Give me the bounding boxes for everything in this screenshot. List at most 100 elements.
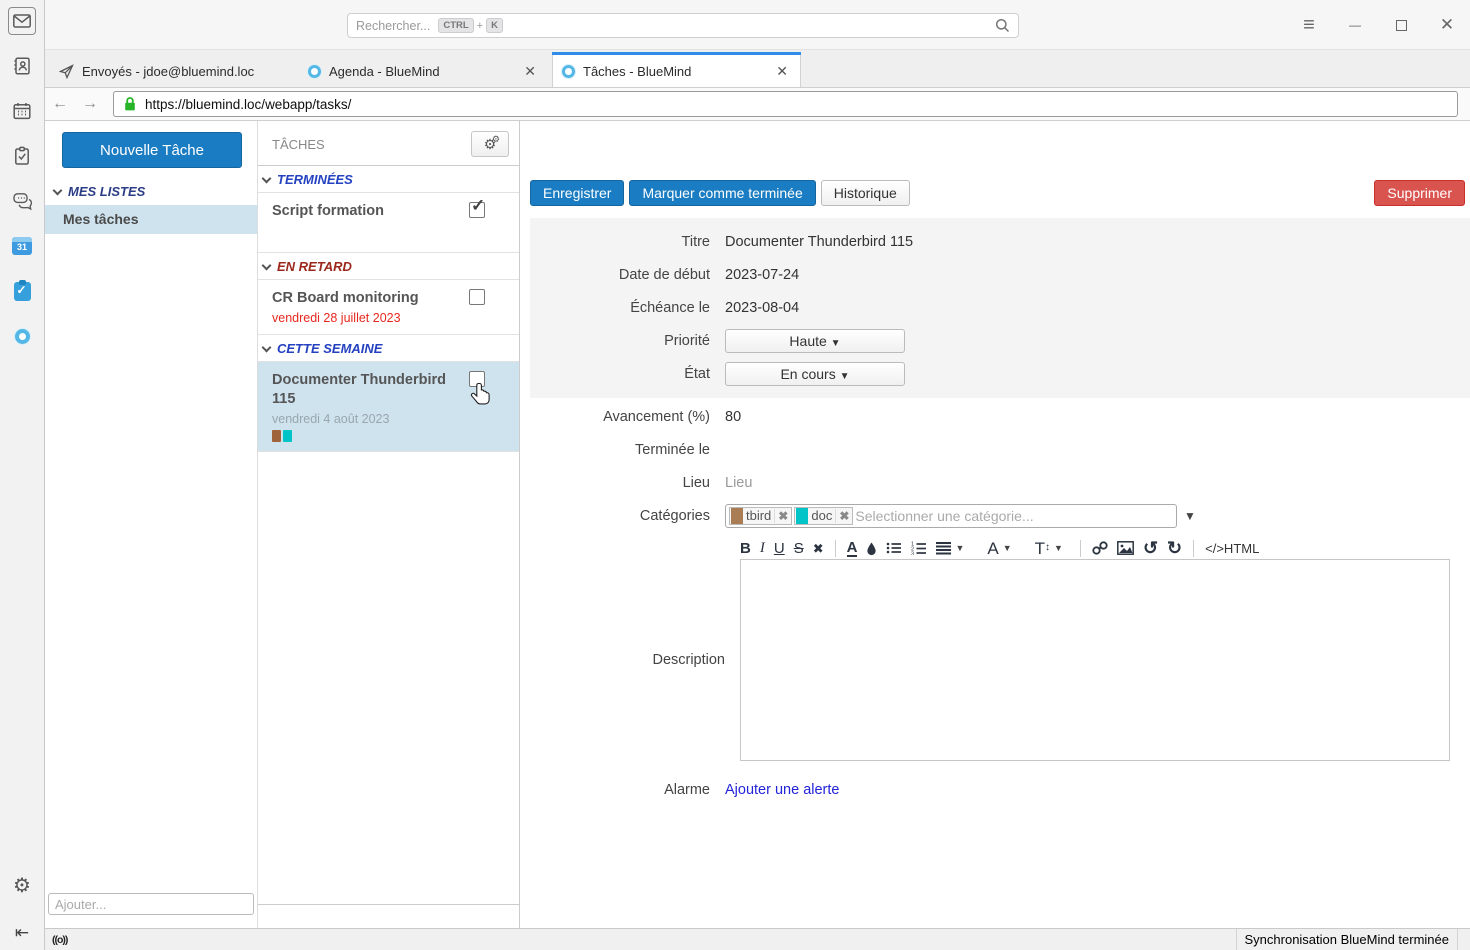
- global-search-input[interactable]: Rechercher... CTRL + K: [347, 13, 1019, 38]
- title-value[interactable]: Documenter Thunderbird 115: [725, 234, 913, 250]
- chevron-down-icon: [262, 173, 272, 183]
- remove-category-icon[interactable]: ✖: [774, 509, 791, 523]
- strikethrough-button[interactable]: S: [794, 541, 804, 556]
- highlight-color-button[interactable]: [866, 541, 877, 556]
- field-due-date: Échéance le 2023-08-04: [530, 291, 1470, 324]
- list-item-mes-taches[interactable]: Mes tâches: [45, 205, 257, 234]
- section-en-retard[interactable]: EN RETARD: [258, 253, 519, 280]
- bluemind-logo-icon: [308, 65, 321, 78]
- tab-taches[interactable]: Tâches - BlueMind ✕: [552, 55, 801, 87]
- calendar-space-button[interactable]: [8, 97, 36, 125]
- bluemind-tasks-space-button[interactable]: ✓: [8, 277, 36, 305]
- spaces-toolbar: 31 ✓ ⚙ ⇤: [0, 0, 45, 950]
- task-checkbox[interactable]: [469, 289, 485, 305]
- tab-agenda[interactable]: Agenda - BlueMind ✕: [299, 55, 548, 87]
- field-location: Lieu Lieu: [530, 466, 1470, 499]
- clear-format-button[interactable]: ✖: [813, 542, 824, 555]
- chat-space-button[interactable]: [8, 187, 36, 215]
- activity-indicator-icon[interactable]: ((o)): [52, 934, 67, 946]
- field-description: Description: [530, 559, 1470, 761]
- app-menu-button[interactable]: ≡: [1286, 0, 1332, 50]
- section-terminees[interactable]: TERMINÉES: [258, 166, 519, 193]
- insert-link-button[interactable]: [1092, 541, 1108, 555]
- mark-complete-button[interactable]: Marquer comme terminée: [629, 180, 815, 206]
- task-row-script-formation[interactable]: Script formation ✓: [258, 193, 519, 253]
- k-key-badge: K: [486, 18, 503, 33]
- location-input[interactable]: Lieu: [725, 475, 752, 491]
- field-label: Priorité: [530, 333, 725, 349]
- top-toolbar: Rechercher... CTRL + K ≡ — ✕: [45, 0, 1470, 50]
- tab-close-icon[interactable]: ✕: [521, 63, 539, 80]
- tasks-space-button[interactable]: [8, 142, 36, 170]
- field-label: Terminée le: [530, 442, 725, 458]
- close-button[interactable]: ✕: [1424, 0, 1470, 50]
- undo-button[interactable]: ↺: [1143, 539, 1158, 557]
- caret-down-icon: ▼: [831, 338, 841, 349]
- category-search-input[interactable]: [855, 508, 1173, 524]
- collapse-spaces-button[interactable]: ⇤: [8, 919, 36, 947]
- mail-space-button[interactable]: [8, 7, 36, 35]
- font-family-button[interactable]: A▼: [987, 540, 1011, 557]
- back-button[interactable]: ←: [45, 95, 75, 113]
- due-date-value[interactable]: 2023-08-04: [725, 300, 799, 316]
- field-progress: Avancement (%) 80: [530, 400, 1470, 433]
- maximize-button[interactable]: [1378, 0, 1424, 50]
- bullet-list-button[interactable]: [886, 541, 902, 555]
- align-button[interactable]: ▼: [936, 541, 964, 555]
- description-editor[interactable]: [740, 559, 1450, 761]
- svg-text:3: 3: [911, 551, 914, 555]
- status-dropdown[interactable]: En cours ▼: [725, 362, 905, 386]
- priority-dropdown[interactable]: Haute ▼: [725, 329, 905, 353]
- section-label: TERMINÉES: [277, 172, 353, 187]
- tab-envoyes[interactable]: Envoyés - jdoe@bluemind.loc: [50, 55, 299, 87]
- insert-image-button[interactable]: [1117, 541, 1134, 555]
- status-right: Synchronisation BlueMind terminée: [1236, 929, 1470, 950]
- history-button[interactable]: Historique: [821, 180, 910, 206]
- field-completed-date: Terminée le: [530, 433, 1470, 466]
- tab-strip: Envoyés - jdoe@bluemind.loc Agenda - Blu…: [45, 50, 1470, 88]
- task-row-cr-board[interactable]: CR Board monitoring vendredi 28 juillet …: [258, 280, 519, 335]
- window-controls: ≡ — ✕: [1286, 0, 1470, 50]
- forward-button[interactable]: →: [75, 95, 105, 113]
- section-label: CETTE SEMAINE: [277, 341, 382, 356]
- url-input[interactable]: [145, 97, 1338, 112]
- url-bar[interactable]: [113, 91, 1458, 117]
- add-alert-link[interactable]: Ajouter une alerte: [725, 782, 839, 798]
- task-due-date: vendredi 4 août 2023: [272, 412, 509, 426]
- font-size-button[interactable]: T↕▼: [1035, 540, 1063, 557]
- remove-category-icon[interactable]: ✖: [835, 509, 852, 523]
- bluemind-calendar-icon: 31: [12, 237, 32, 255]
- minimize-button[interactable]: —: [1332, 0, 1378, 50]
- redo-button[interactable]: ↻: [1167, 539, 1182, 557]
- categories-input[interactable]: tbird ✖ doc ✖: [725, 504, 1177, 528]
- bluemind-logo-space-button[interactable]: [8, 322, 36, 350]
- field-title: Titre Documenter Thunderbird 115: [530, 225, 1470, 258]
- bluemind-calendar-space-button[interactable]: 31: [8, 232, 36, 260]
- task-row-documenter-thunderbird[interactable]: Documenter Thunderbird 115 vendredi 4 ao…: [258, 362, 519, 452]
- start-date-value[interactable]: 2023-07-24: [725, 267, 799, 283]
- settings-space-button[interactable]: ⚙: [8, 871, 36, 899]
- html-source-button[interactable]: </>HTML: [1205, 542, 1259, 555]
- bold-button[interactable]: B: [740, 541, 751, 556]
- new-task-button[interactable]: Nouvelle Tâche: [62, 132, 242, 168]
- tasks-list-column: TÂCHES ⚙ ⚙ TERMINÉES Script formation ✓ …: [258, 121, 520, 928]
- tab-close-icon[interactable]: ✕: [773, 63, 791, 80]
- tasks-settings-button[interactable]: ⚙ ⚙: [471, 131, 509, 157]
- my-lists-header[interactable]: MES LISTES: [45, 180, 257, 205]
- field-start-date: Date de début 2023-07-24: [530, 258, 1470, 291]
- category-color-swatch: [731, 508, 743, 524]
- underline-button[interactable]: U: [774, 541, 785, 556]
- text-color-button[interactable]: A: [847, 540, 858, 557]
- add-list-input[interactable]: [48, 893, 254, 915]
- address-book-space-button[interactable]: [8, 52, 36, 80]
- categories-caret-icon[interactable]: ▼: [1184, 509, 1196, 523]
- numbered-list-button[interactable]: 123: [911, 541, 927, 555]
- progress-value[interactable]: 80: [725, 409, 741, 425]
- field-label: Date de début: [530, 267, 725, 283]
- save-button[interactable]: Enregistrer: [530, 180, 624, 206]
- chat-icon: [12, 191, 33, 211]
- italic-button[interactable]: I: [760, 541, 765, 556]
- delete-button[interactable]: Supprimer: [1374, 180, 1465, 206]
- task-checkbox-checked[interactable]: ✓: [469, 202, 485, 218]
- section-cette-semaine[interactable]: CETTE SEMAINE: [258, 335, 519, 362]
